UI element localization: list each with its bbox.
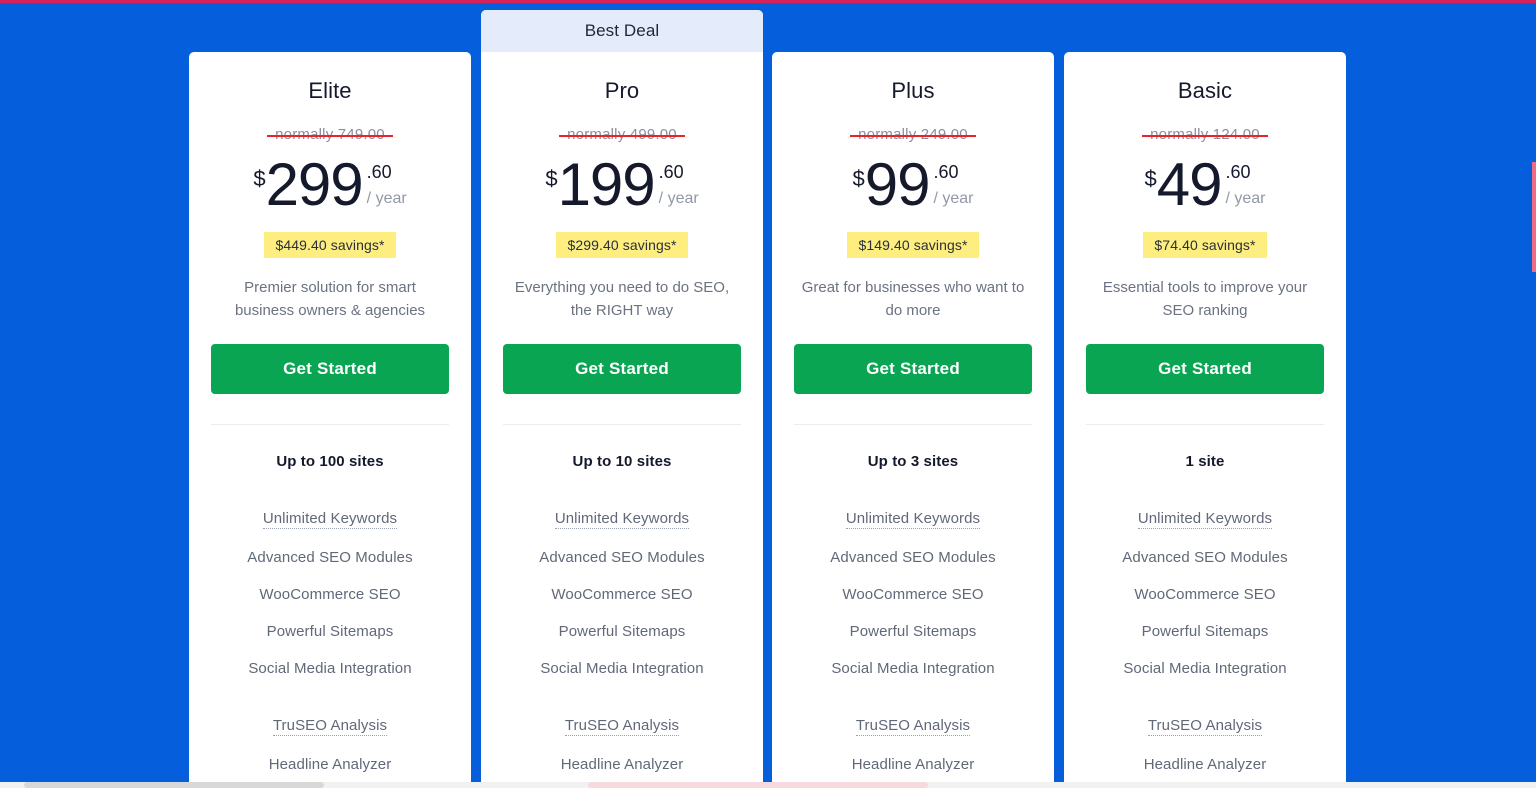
top-accent-rule (0, 0, 1536, 3)
price-amount: 99 (864, 151, 931, 218)
feature-item: Powerful Sitemaps (558, 623, 686, 640)
plan-description: Premier solution for smart business owne… (234, 279, 426, 319)
feature-item: Powerful Sitemaps (266, 623, 394, 640)
price-amount: 299 (265, 151, 364, 218)
plan-description: Great for businesses who want to do more (801, 279, 1025, 319)
price-block: $ 49 .60 / year (1086, 154, 1324, 220)
plan-name: Pro (604, 78, 640, 103)
price-period: / year (366, 190, 407, 207)
feature-item: Social Media Integration (540, 660, 704, 677)
feature-item[interactable]: TruSEO Analysis (855, 717, 971, 736)
original-price: normally 749.00 (267, 126, 393, 143)
plan-name: Elite (308, 78, 352, 103)
currency-symbol: $ (1144, 166, 1157, 191)
original-price: normally 249.00 (850, 126, 976, 143)
feature-item: Headline Analyzer (268, 756, 392, 773)
feature-list: 1 site Unlimited Keywords Advanced SEO M… (1086, 453, 1324, 788)
feature-list: Up to 10 sites Unlimited Keywords Advanc… (503, 453, 741, 788)
plan-name: Basic (1177, 78, 1233, 103)
feature-item: Social Media Integration (248, 660, 412, 677)
feature-item[interactable]: TruSEO Analysis (564, 717, 680, 736)
feature-item: Social Media Integration (1123, 660, 1287, 677)
price-amount: 49 (1156, 151, 1223, 218)
feature-item: Advanced SEO Modules (1122, 549, 1288, 566)
feature-list: Up to 3 sites Unlimited Keywords Advance… (794, 453, 1032, 788)
feature-item: Advanced SEO Modules (247, 549, 413, 566)
savings-badge: $299.40 savings* (556, 232, 688, 258)
get-started-button[interactable]: Get Started (794, 344, 1032, 394)
price-cents: .60 (658, 162, 684, 182)
feature-sites-count: 1 site (1185, 453, 1225, 470)
plan-name: Plus (891, 78, 935, 103)
get-started-button[interactable]: Get Started (503, 344, 741, 394)
feature-item[interactable]: Unlimited Keywords (554, 510, 690, 529)
pricing-card-elite[interactable]: Elite normally 749.00 $ 299 .60 / year $… (189, 52, 471, 788)
feature-item: Powerful Sitemaps (849, 623, 977, 640)
feature-item: WooCommerce SEO (1134, 586, 1276, 603)
price-block: $ 99 .60 / year (794, 154, 1032, 220)
best-deal-banner: Best Deal (481, 10, 763, 52)
currency-symbol: $ (545, 166, 558, 191)
price-cents: .60 (1225, 162, 1251, 182)
divider (794, 424, 1032, 425)
price-block: $ 299 .60 / year (211, 154, 449, 220)
price-cents: .60 (933, 162, 959, 182)
original-price: normally 124.00 (1142, 126, 1268, 143)
feature-item[interactable]: Unlimited Keywords (1137, 510, 1273, 529)
currency-symbol: $ (253, 166, 266, 191)
feature-item: Advanced SEO Modules (539, 549, 705, 566)
price-period: / year (933, 190, 974, 207)
original-price: normally 499.00 (559, 126, 685, 143)
feature-item: WooCommerce SEO (259, 586, 401, 603)
price-cents: .60 (366, 162, 392, 182)
pricing-table: Elite normally 749.00 $ 299 .60 / year $… (0, 0, 1536, 788)
feature-list: Up to 100 sites Unlimited Keywords Advan… (211, 453, 449, 788)
price-period: / year (1225, 190, 1266, 207)
price-period: / year (658, 190, 699, 207)
get-started-button[interactable]: Get Started (211, 344, 449, 394)
feature-item[interactable]: TruSEO Analysis (1147, 717, 1263, 736)
feature-item: Powerful Sitemaps (1141, 623, 1269, 640)
feature-sites-count: Up to 3 sites (867, 453, 959, 470)
savings-badge: $449.40 savings* (264, 232, 396, 258)
feature-item: Social Media Integration (831, 660, 995, 677)
feature-item[interactable]: Unlimited Keywords (845, 510, 981, 529)
divider (503, 424, 741, 425)
feature-item: Headline Analyzer (1143, 756, 1267, 773)
feature-item[interactable]: TruSEO Analysis (272, 717, 388, 736)
feature-item: WooCommerce SEO (842, 586, 984, 603)
feature-item: Headline Analyzer (560, 756, 684, 773)
feature-item: WooCommerce SEO (551, 586, 693, 603)
plan-description: Essential tools to improve your SEO rank… (1102, 279, 1308, 319)
horizontal-scrollbar-thumb[interactable] (24, 782, 324, 788)
horizontal-scrollbar-thumb-secondary[interactable] (588, 782, 928, 788)
savings-badge: $74.40 savings* (1143, 232, 1267, 258)
plan-description: Everything you need to do SEO, the RIGHT… (514, 279, 730, 319)
get-started-button[interactable]: Get Started (1086, 344, 1324, 394)
pricing-card-pro[interactable]: Best Deal Pro normally 499.00 $ 199 .60 … (481, 10, 763, 788)
savings-badge: $149.40 savings* (847, 232, 979, 258)
feature-sites-count: Up to 100 sites (276, 453, 384, 470)
currency-symbol: $ (852, 166, 865, 191)
feature-sites-count: Up to 10 sites (572, 453, 672, 470)
price-amount: 199 (557, 151, 656, 218)
feature-item: Headline Analyzer (851, 756, 975, 773)
divider (211, 424, 449, 425)
feature-item: Advanced SEO Modules (830, 549, 996, 566)
divider (1086, 424, 1324, 425)
pricing-card-plus[interactable]: Plus normally 249.00 $ 99 .60 / year $14… (772, 52, 1054, 788)
feature-item[interactable]: Unlimited Keywords (262, 510, 398, 529)
right-edge-marker (1532, 162, 1536, 272)
pricing-card-basic[interactable]: Basic normally 124.00 $ 49 .60 / year $7… (1064, 52, 1346, 788)
price-block: $ 199 .60 / year (503, 154, 741, 220)
